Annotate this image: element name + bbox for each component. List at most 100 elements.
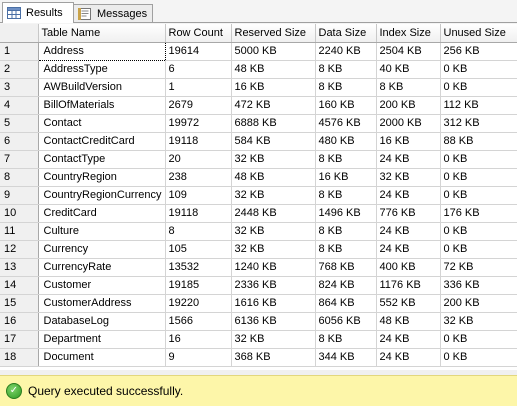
table-name-cell[interactable]: AddressType (38, 60, 166, 79)
unused-size-cell[interactable]: 0 KB (440, 330, 517, 349)
table-row[interactable]: 7 ContactType 20 32 KB 8 KB 24 KB 0 KB (0, 150, 517, 169)
reserved-size-cell[interactable]: 1240 KB (231, 258, 316, 277)
row-count-cell[interactable]: 6 (165, 60, 232, 79)
table-row[interactable]: 5 Contact 19972 6888 KB 4576 KB 2000 KB 312 KB (0, 114, 517, 133)
reserved-size-cell[interactable]: 6136 KB (231, 312, 316, 331)
table-row[interactable]: 16 DatabaseLog 1566 6136 KB 6056 KB 48 KB 32 K… (0, 312, 517, 331)
table-row[interactable]: 1 Address 19614 5000 KB 2240 KB 2504 KB 256 KB (0, 41, 517, 61)
table-row[interactable]: 3 AWBuildVersion 1 16 KB 8 KB 8 KB 0 KB (0, 78, 517, 97)
table-name-cell[interactable]: Department (38, 330, 166, 349)
index-size-cell[interactable]: 16 KB (376, 132, 441, 151)
table-row[interactable]: 12 Currency 105 32 KB 8 KB 24 KB 0 KB (0, 240, 517, 259)
row-count-cell[interactable]: 19185 (165, 276, 232, 295)
row-count-cell[interactable]: 19614 (165, 42, 232, 61)
row-number[interactable]: 4 (0, 96, 39, 115)
table-name-cell[interactable]: Contact (38, 114, 166, 133)
index-size-cell[interactable]: 200 KB (376, 96, 441, 115)
row-count-cell[interactable]: 19220 (165, 294, 232, 313)
data-size-cell[interactable]: 8 KB (315, 78, 377, 97)
row-count-cell[interactable]: 238 (165, 168, 232, 187)
reserved-size-cell[interactable]: 48 KB (231, 60, 316, 79)
table-row[interactable]: 2 AddressType 6 48 KB 8 KB 40 KB 0 KB (0, 60, 517, 79)
table-name-cell[interactable]: Document (38, 348, 166, 367)
index-size-cell[interactable]: 40 KB (376, 60, 441, 79)
reserved-size-cell[interactable]: 368 KB (231, 348, 316, 367)
reserved-size-cell[interactable]: 2336 KB (231, 276, 316, 295)
table-row[interactable]: 15 CustomerAddress 19220 1616 KB 864 KB 552 K… (0, 294, 517, 313)
data-size-cell[interactable]: 2240 KB (315, 42, 377, 61)
row-number[interactable]: 14 (0, 276, 39, 295)
table-name-cell[interactable]: Address (37, 41, 166, 61)
table-row[interactable]: 13 CurrencyRate 13532 1240 KB 768 KB 400 KB 72… (0, 258, 517, 277)
row-count-cell[interactable]: 2679 (165, 96, 232, 115)
column-header-index-size[interactable]: Index Size (376, 24, 441, 43)
reserved-size-cell[interactable]: 1616 KB (231, 294, 316, 313)
data-size-cell[interactable]: 8 KB (315, 60, 377, 79)
row-number[interactable]: 15 (0, 294, 39, 313)
column-header-row-count[interactable]: Row Count (165, 24, 232, 43)
unused-size-cell[interactable]: 0 KB (440, 78, 517, 97)
unused-size-cell[interactable]: 200 KB (440, 294, 517, 313)
row-count-cell[interactable]: 19972 (165, 114, 232, 133)
index-size-cell[interactable]: 24 KB (376, 186, 441, 205)
table-name-cell[interactable]: CountryRegionCurrency (38, 186, 166, 205)
unused-size-cell[interactable]: 0 KB (440, 168, 517, 187)
column-header-data-size[interactable]: Data Size (315, 24, 377, 43)
row-number[interactable]: 3 (0, 78, 39, 97)
table-name-cell[interactable]: DatabaseLog (38, 312, 166, 331)
row-number[interactable]: 9 (0, 186, 39, 205)
row-number[interactable]: 8 (0, 168, 39, 187)
data-size-cell[interactable]: 8 KB (315, 330, 377, 349)
table-name-cell[interactable]: ContactCreditCard (38, 132, 166, 151)
index-size-cell[interactable]: 2504 KB (376, 42, 441, 61)
data-size-cell[interactable]: 8 KB (315, 222, 377, 241)
column-header-unused-size[interactable]: Unused Size (440, 24, 517, 43)
data-size-cell[interactable]: 768 KB (315, 258, 377, 277)
data-size-cell[interactable]: 16 KB (315, 168, 377, 187)
unused-size-cell[interactable]: 176 KB (440, 204, 517, 223)
table-name-cell[interactable]: AWBuildVersion (38, 78, 166, 97)
unused-size-cell[interactable]: 0 KB (440, 348, 517, 367)
index-size-cell[interactable]: 24 KB (376, 240, 441, 259)
column-header-table-name[interactable]: Table Name (38, 24, 166, 43)
row-number[interactable]: 1 (0, 42, 39, 61)
row-count-cell[interactable]: 20 (165, 150, 232, 169)
unused-size-cell[interactable]: 256 KB (440, 42, 517, 61)
row-count-cell[interactable]: 16 (165, 330, 232, 349)
table-name-cell[interactable]: BillOfMaterials (38, 96, 166, 115)
index-size-cell[interactable]: 24 KB (376, 150, 441, 169)
row-count-cell[interactable]: 8 (165, 222, 232, 241)
table-name-cell[interactable]: Customer (38, 276, 166, 295)
row-count-cell[interactable]: 1 (165, 78, 232, 97)
data-size-cell[interactable]: 8 KB (315, 240, 377, 259)
reserved-size-cell[interactable]: 5000 KB (231, 42, 316, 61)
data-size-cell[interactable]: 824 KB (315, 276, 377, 295)
index-size-cell[interactable]: 2000 KB (376, 114, 441, 133)
row-number[interactable]: 17 (0, 330, 39, 349)
row-count-cell[interactable]: 13532 (165, 258, 232, 277)
table-name-cell[interactable]: CurrencyRate (38, 258, 166, 277)
index-size-cell[interactable]: 48 KB (376, 312, 441, 331)
index-size-cell[interactable]: 1176 KB (376, 276, 441, 295)
table-row[interactable]: 18 Document 9 368 KB 344 KB 24 KB 0 KB (0, 348, 517, 367)
row-number[interactable]: 11 (0, 222, 39, 241)
unused-size-cell[interactable]: 112 KB (440, 96, 517, 115)
reserved-size-cell[interactable]: 6888 KB (231, 114, 316, 133)
table-row[interactable]: 6 ContactCreditCard 19118 584 KB 480 KB 16 KB… (0, 132, 517, 151)
index-size-cell[interactable]: 24 KB (376, 222, 441, 241)
reserved-size-cell[interactable]: 32 KB (231, 186, 316, 205)
data-size-cell[interactable]: 4576 KB (315, 114, 377, 133)
table-name-cell[interactable]: ContactType (38, 150, 166, 169)
row-count-cell[interactable]: 19118 (165, 132, 232, 151)
data-size-cell[interactable]: 480 KB (315, 132, 377, 151)
row-number[interactable]: 7 (0, 150, 39, 169)
row-number[interactable]: 10 (0, 204, 39, 223)
reserved-size-cell[interactable]: 32 KB (231, 222, 316, 241)
data-size-cell[interactable]: 864 KB (315, 294, 377, 313)
unused-size-cell[interactable]: 0 KB (440, 186, 517, 205)
row-number[interactable]: 12 (0, 240, 39, 259)
row-number[interactable]: 2 (0, 60, 39, 79)
row-number[interactable]: 16 (0, 312, 39, 331)
table-name-cell[interactable]: Currency (38, 240, 166, 259)
tab-results[interactable]: Results (2, 2, 74, 23)
